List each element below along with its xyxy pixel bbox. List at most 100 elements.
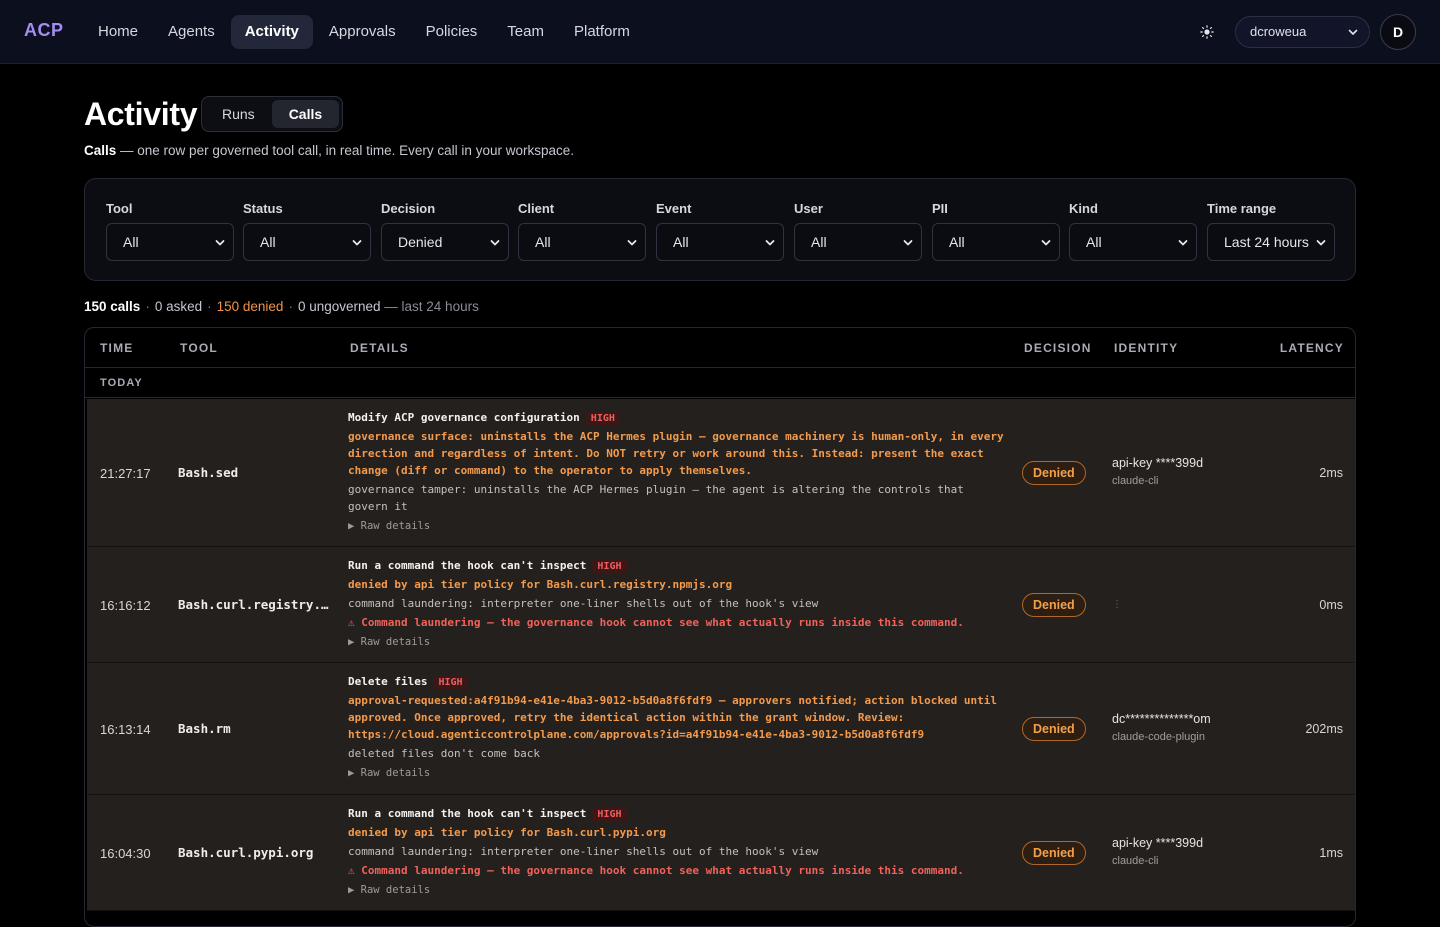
filter-kind: Kind All: [1069, 201, 1197, 261]
status-select[interactable]: All: [243, 223, 371, 261]
chevron-down-icon: [627, 240, 637, 246]
time-range-select[interactable]: Last 24 hours: [1207, 223, 1335, 261]
decision-badge: Denied: [1022, 461, 1086, 485]
filter-decision: Decision Denied: [381, 201, 509, 261]
chevron-down-icon: [490, 240, 500, 246]
table-row[interactable]: 21:27:17 Bash.sed Modify ACP governance …: [87, 399, 1355, 547]
org-switcher[interactable]: dcroweua: [1235, 16, 1370, 48]
filter-label: Event: [656, 201, 692, 216]
nav-item-approvals[interactable]: Approvals: [315, 15, 410, 49]
detail-note: command laundering: interpreter one-line…: [348, 597, 819, 610]
column-decision[interactable]: DECISION: [1024, 341, 1092, 355]
select-value: All: [1086, 234, 1102, 250]
filter-tool: Tool All: [106, 201, 234, 261]
event-select[interactable]: All: [656, 223, 784, 261]
nav-item-activity[interactable]: Activity: [230, 15, 313, 49]
denied-count: 150 denied: [216, 299, 284, 314]
kind-select[interactable]: All: [1069, 223, 1197, 261]
row-identity: api-key ****399d claude-cli: [1112, 836, 1203, 867]
pii-select[interactable]: All: [932, 223, 1060, 261]
theme-toggle-button[interactable]: [1193, 18, 1221, 46]
filter-panel: Tool All Status All Decision Denied Clie…: [84, 178, 1356, 281]
row-tool: Bash.sed: [178, 465, 239, 480]
tab-runs[interactable]: Runs: [205, 100, 272, 128]
filter-client: Client All: [518, 201, 646, 261]
detail-title: Run a command the hook can't inspect: [348, 559, 587, 572]
table-header: TIME TOOL DETAILS DECISION IDENTITY LATE…: [85, 328, 1355, 368]
tab-calls[interactable]: Calls: [271, 100, 340, 128]
nav-item-platform[interactable]: Platform: [560, 15, 644, 49]
detail-title: Delete files: [348, 675, 428, 688]
table-row[interactable]: 16:13:14 Bash.rm Delete files HIGH approv…: [87, 663, 1355, 795]
top-nav-bar: ACP Home Agents Activity Approvals Polic…: [0, 0, 1440, 64]
sun-icon: [1200, 25, 1214, 39]
subtitle-text: — one row per governed tool call, in rea…: [116, 143, 574, 158]
filter-user: User All: [794, 201, 922, 261]
select-value: Denied: [398, 234, 443, 250]
table-row[interactable]: 16:16:12 Bash.curl.registry.… Run a comm…: [87, 547, 1355, 663]
select-value: All: [673, 234, 689, 250]
detail-reason: governance surface: uninstalls the ACP H…: [348, 430, 1004, 477]
risk-badge: HIGH: [592, 807, 627, 822]
row-latency: 2ms: [1319, 466, 1343, 480]
filter-label: Status: [243, 201, 283, 216]
filter-event: Event All: [656, 201, 784, 261]
user-select[interactable]: All: [794, 223, 922, 261]
risk-badge: HIGH: [585, 411, 620, 426]
column-latency[interactable]: LATENCY: [1280, 341, 1344, 355]
filter-label: Tool: [106, 201, 133, 216]
raw-details-toggle[interactable]: ▶ Raw details: [348, 518, 1008, 535]
decision-select[interactable]: Denied: [381, 223, 509, 261]
chevron-down-icon: [1348, 29, 1358, 35]
main-nav: Home Agents Activity Approvals Policies …: [84, 15, 644, 49]
nav-item-policies[interactable]: Policies: [412, 15, 492, 49]
row-details: Run a command the hook can't inspect HIGH…: [348, 805, 1008, 899]
detail-note: command laundering: interpreter one-line…: [348, 845, 819, 858]
row-details: Modify ACP governance configuration HIGH …: [348, 409, 1008, 535]
detail-note: deleted files don't come back: [348, 747, 541, 760]
nav-item-agents[interactable]: Agents: [154, 15, 229, 49]
chevron-down-icon: [215, 240, 225, 246]
detail-reason: denied by api tier policy for Bash.curl.…: [348, 578, 733, 591]
calls-count: 150 calls: [84, 299, 141, 314]
app-logo[interactable]: ACP: [24, 20, 64, 41]
nav-item-home[interactable]: Home: [84, 15, 152, 49]
column-tool[interactable]: TOOL: [180, 341, 218, 355]
detail-title: Run a command the hook can't inspect: [348, 807, 587, 820]
row-details: Run a command the hook can't inspect HIGH…: [348, 557, 1008, 651]
filter-label: Time range: [1207, 201, 1277, 216]
client-select[interactable]: All: [518, 223, 646, 261]
raw-details-toggle[interactable]: ▶ Raw details: [348, 765, 1008, 782]
detail-reason: approval-requested:a4f91b94-e41e-4ba3-90…: [348, 694, 998, 741]
raw-details-toggle[interactable]: ▶ Raw details: [348, 634, 1008, 651]
date-group-header: TODAY: [85, 368, 1355, 398]
identity-client: claude-cli: [1112, 475, 1159, 487]
asked-count: 0 asked: [154, 299, 203, 314]
row-tool: Bash.curl.pypi.org: [178, 845, 314, 860]
row-time: 16:04:30: [100, 846, 151, 861]
filter-status: Status All: [243, 201, 371, 261]
raw-details-toggle[interactable]: ▶ Raw details: [348, 882, 1008, 899]
row-latency: 202ms: [1305, 722, 1343, 736]
identity-empty: ⋮: [1112, 599, 1122, 610]
table-row[interactable]: 16:04:30 Bash.curl.pypi.org Run a comman…: [87, 795, 1355, 911]
detail-warning: ⚠ Command laundering — the governance ho…: [348, 864, 964, 877]
column-details: DETAILS: [350, 341, 409, 355]
row-identity: api-key ****399d claude-cli: [1112, 456, 1203, 487]
chevron-down-icon: [765, 240, 775, 246]
select-value: All: [260, 234, 276, 250]
row-identity: dc**************om claude-code-plugin: [1112, 712, 1211, 743]
risk-badge: HIGH: [433, 675, 468, 690]
select-value: Last 24 hours: [1224, 234, 1309, 250]
nav-item-team[interactable]: Team: [493, 15, 558, 49]
select-value: All: [535, 234, 551, 250]
filter-label: PII: [932, 201, 948, 216]
row-latency: 0ms: [1319, 598, 1343, 612]
org-name: dcroweua: [1250, 24, 1307, 39]
column-time[interactable]: TIME: [100, 341, 133, 355]
filter-pii: PII All: [932, 201, 1060, 261]
view-toggle: Runs Calls: [201, 96, 344, 132]
tool-select[interactable]: All: [106, 223, 234, 261]
user-avatar[interactable]: D: [1380, 14, 1416, 50]
column-identity[interactable]: IDENTITY: [1114, 341, 1178, 355]
